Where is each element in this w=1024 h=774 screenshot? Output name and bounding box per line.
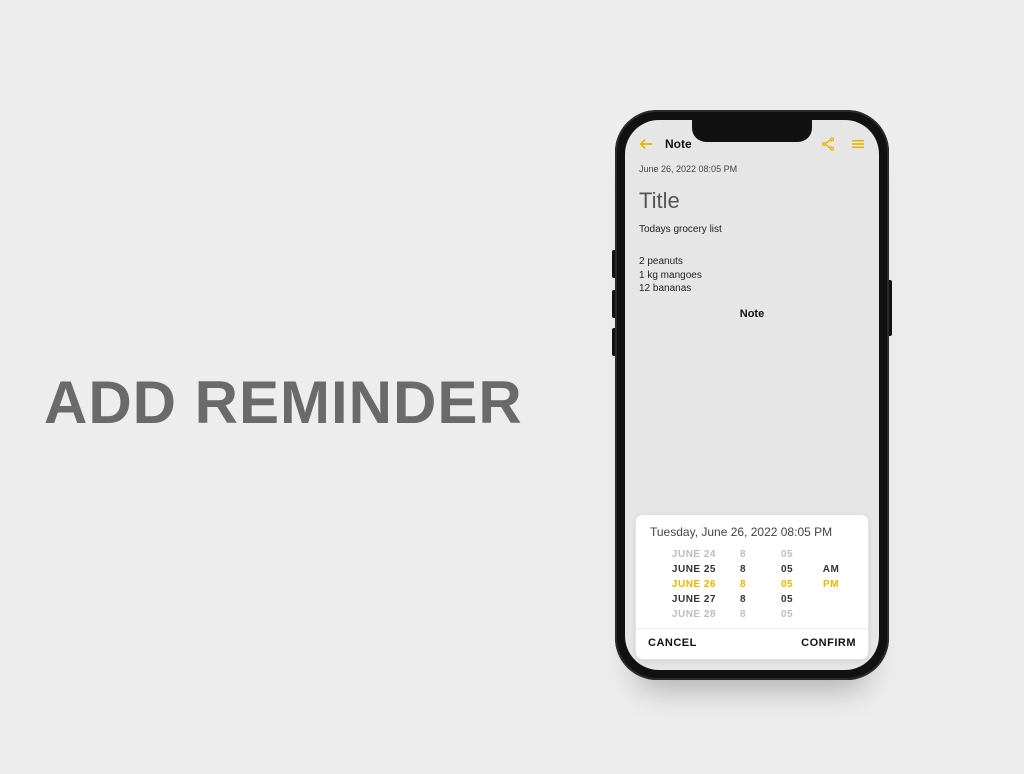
picker-actions: CANCEL CONFIRM: [636, 628, 868, 659]
picker-row[interactable]: JUNE 25 8 05 AM: [642, 562, 862, 577]
picker-row[interactable]: JUNE 24 8 05: [642, 547, 862, 562]
picker-row[interactable]: JUNE 28 8 05: [642, 607, 862, 622]
confirm-button[interactable]: CONFIRM: [801, 637, 856, 649]
picker-wheels[interactable]: JUNE 24 8 05 JUNE 25 8 05 AM JUNE 26 8 0…: [636, 545, 868, 628]
note-body[interactable]: Title Todays grocery list 2 peanuts 1 kg…: [625, 174, 879, 310]
note-timestamp: June 26, 2022 08:05 PM: [625, 164, 879, 174]
phone-screen: Note June 26, 2022 08:05 PM Title Todays…: [625, 120, 879, 670]
phone-frame: Note June 26, 2022 08:05 PM Title Todays…: [615, 110, 889, 680]
note-subtitle: Todays grocery list: [639, 224, 865, 235]
datetime-picker-sheet: Tuesday, June 26, 2022 08:05 PM JUNE 24 …: [635, 514, 869, 660]
screen-title: Note: [665, 137, 692, 151]
note-section-label: Note: [625, 308, 879, 320]
phone-notch: [692, 120, 812, 142]
picker-header: Tuesday, June 26, 2022 08:05 PM: [636, 515, 868, 545]
share-icon[interactable]: [817, 133, 839, 155]
note-title-field[interactable]: Title: [639, 188, 865, 214]
picker-row[interactable]: JUNE 27 8 05: [642, 592, 862, 607]
menu-icon[interactable]: [847, 133, 869, 155]
picker-row-selected[interactable]: JUNE 26 8 05 PM: [642, 577, 862, 592]
back-arrow-icon[interactable]: [635, 133, 657, 155]
page-headline: ADD REMINDER: [44, 368, 523, 437]
cancel-button[interactable]: CANCEL: [648, 637, 697, 649]
list-item: 12 bananas: [639, 282, 865, 296]
list-item: 1 kg mangoes: [639, 269, 865, 283]
list-item: 2 peanuts: [639, 255, 865, 269]
